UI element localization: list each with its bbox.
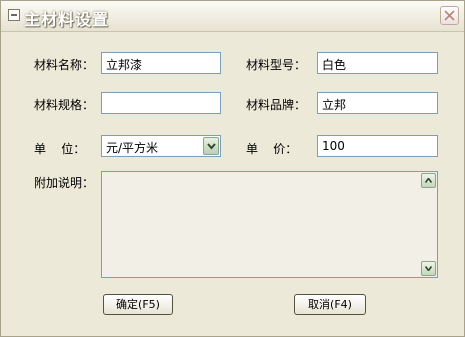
material-brand-label: 材料品牌： xyxy=(246,98,307,112)
price-label: 单 价： xyxy=(246,142,298,156)
confirm-button[interactable]: 确定(F5) xyxy=(103,294,173,315)
close-button[interactable] xyxy=(440,6,459,25)
system-menu-icon[interactable] xyxy=(8,9,20,21)
cancel-button[interactable]: 取消(F4) xyxy=(294,294,366,315)
material-spec-label: 材料规格： xyxy=(34,98,95,112)
title-bar: 主材料设置 xyxy=(1,1,464,32)
scroll-up-button[interactable] xyxy=(421,173,436,188)
notes-scrollbar[interactable] xyxy=(420,172,437,277)
close-icon xyxy=(444,10,455,21)
material-model-input[interactable]: 白色 xyxy=(317,52,438,74)
unit-dropdown-button[interactable] xyxy=(203,137,219,155)
material-model-label: 材料型号： xyxy=(246,58,307,72)
unit-select[interactable]: 元/平方米 xyxy=(101,135,221,157)
scroll-down-button[interactable] xyxy=(421,261,436,276)
unit-label: 单 位： xyxy=(34,142,86,156)
scroll-up-icon xyxy=(425,178,432,183)
main-material-settings-dialog: 主材料设置 材料名称： 立邦漆 材料型号： 白色 材料规格： 材料品牌： 立邦 … xyxy=(0,0,465,337)
notes-textarea[interactable] xyxy=(101,171,438,278)
material-name-label: 材料名称： xyxy=(34,58,95,72)
scroll-down-icon xyxy=(425,266,432,271)
notes-label: 附加说明： xyxy=(34,176,95,190)
material-name-input[interactable]: 立邦漆 xyxy=(101,52,221,74)
material-brand-input[interactable]: 立邦 xyxy=(317,92,438,114)
material-spec-input[interactable] xyxy=(101,92,221,114)
window-title: 主材料设置 xyxy=(24,10,110,29)
chevron-down-icon xyxy=(207,143,216,150)
price-input[interactable]: 100 xyxy=(317,135,438,157)
unit-selected-value: 元/平方米 xyxy=(106,141,159,155)
